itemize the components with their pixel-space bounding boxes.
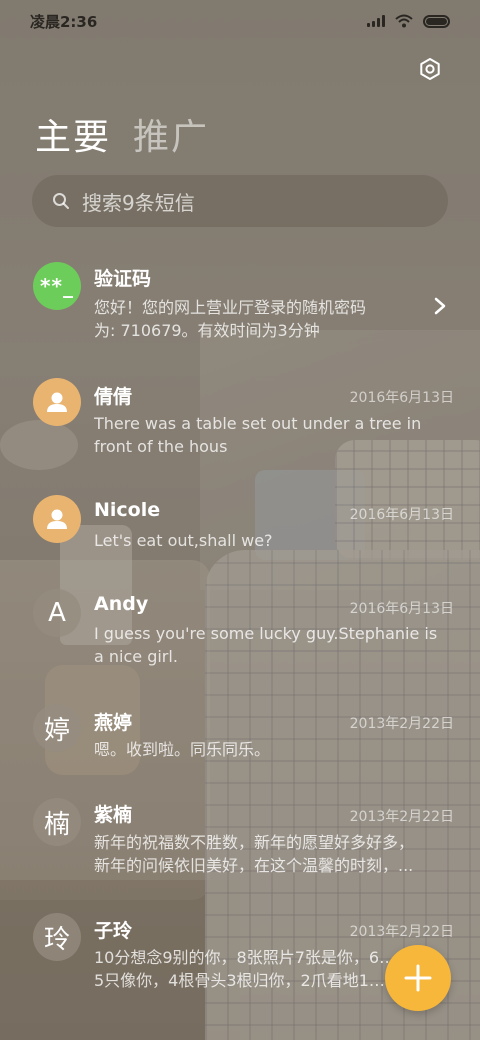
status-icons xyxy=(367,14,450,28)
status-bar: 凌晨2:36 xyxy=(0,0,480,42)
battery-icon xyxy=(423,14,450,28)
search-bar[interactable]: 搜索9条短信 xyxy=(32,175,448,227)
search-input[interactable]: 搜索9条短信 xyxy=(82,187,195,216)
message-preview-line: There was a table set out under a tree i… xyxy=(94,414,422,433)
message-item[interactable]: Nicole 2016年6月13日 Let's eat out,shall we… xyxy=(0,492,480,562)
message-date: 2013年2月22日 xyxy=(349,716,454,732)
sender-name: Nicole xyxy=(94,499,161,521)
message-preview: There was a table set out under a tree i… xyxy=(94,412,456,458)
tab-primary[interactable]: 主要 xyxy=(35,108,111,160)
message-preview: 嗯。收到啦。同乐同乐。 xyxy=(94,738,456,761)
tab-bar: 主要 推广 xyxy=(35,108,209,160)
sender-name: 燕婷 xyxy=(94,712,133,734)
message-date: 2013年2月22日 xyxy=(349,924,454,940)
sender-name: 倩倩 xyxy=(94,386,133,408)
avatar xyxy=(33,495,81,543)
sender-name: 验证码 xyxy=(94,268,152,290)
status-time: 凌晨2:36 xyxy=(30,12,98,31)
avatar: **_ xyxy=(33,262,81,310)
sender-name: 子玲 xyxy=(94,920,133,942)
message-item[interactable]: 楠 紫楠 2013年2月22日 新年的祝福数不胜数，新年的愿望好多好多， 新年的… xyxy=(0,797,480,897)
avatar: 楠 xyxy=(33,798,81,846)
message-preview-line: front of the hous xyxy=(94,437,228,456)
search-icon xyxy=(53,193,69,209)
tab-promotions[interactable]: 推广 xyxy=(133,108,209,160)
message-preview-line: Let's eat out,shall we? xyxy=(94,531,273,550)
sender-name: Andy xyxy=(94,593,149,615)
message-item[interactable]: A Andy 2016年6月13日 I guess you're some lu… xyxy=(0,586,480,686)
message-date: 2013年2月22日 xyxy=(349,809,454,825)
settings-button[interactable] xyxy=(414,53,446,85)
person-icon xyxy=(47,392,67,412)
plus-icon xyxy=(404,964,432,992)
message-date: 2016年6月13日 xyxy=(349,601,454,617)
message-item[interactable]: 倩倩 2016年6月13日 There was a table set out … xyxy=(0,375,480,475)
avatar: 婷 xyxy=(33,704,81,752)
message-preview-line: 嗯。收到啦。同乐同乐。 xyxy=(94,740,271,759)
avatar: 玲 xyxy=(33,913,81,961)
message-date: 2016年6月13日 xyxy=(349,507,454,523)
message-preview: I guess you're some lucky guy.Stephanie … xyxy=(94,622,456,668)
message-item[interactable]: 婷 燕婷 2013年2月22日 嗯。收到啦。同乐同乐。 xyxy=(0,703,480,773)
message-item-verification-code[interactable]: **_ 验证码 您好！您的网上营业厅登录的随机密码 为: 710679。有效时间… xyxy=(0,258,480,358)
signal-icon xyxy=(367,15,385,27)
wifi-icon xyxy=(395,14,413,28)
message-preview-line: 新年的祝福数不胜数，新年的愿望好多好多， xyxy=(94,833,415,852)
sender-name: 紫楠 xyxy=(94,804,133,826)
avatar xyxy=(33,378,81,426)
gear-icon xyxy=(420,58,440,80)
compose-button[interactable] xyxy=(385,945,451,1011)
message-preview: 新年的祝福数不胜数，新年的愿望好多好多， 新年的问候依旧美好，在这个温馨的时刻，… xyxy=(94,831,456,877)
message-preview: 您好！您的网上营业厅登录的随机密码 为: 710679。有效时间为3分钟 xyxy=(94,296,456,342)
message-preview-line: 您好！您的网上营业厅登录的随机密码 xyxy=(94,298,367,317)
message-preview-line: 新年的问候依旧美好，在这个温馨的时刻，... xyxy=(94,856,414,875)
message-preview-line: I guess you're some lucky guy.Stephanie … xyxy=(94,624,438,643)
avatar: A xyxy=(33,589,81,637)
message-preview-line: 为: 710679。有效时间为3分钟 xyxy=(94,321,320,340)
message-preview-line: a nice girl. xyxy=(94,647,178,666)
chevron-right-icon[interactable] xyxy=(432,296,448,316)
person-icon xyxy=(47,509,67,529)
message-date: 2016年6月13日 xyxy=(349,390,454,406)
message-preview: Let's eat out,shall we? xyxy=(94,529,456,552)
